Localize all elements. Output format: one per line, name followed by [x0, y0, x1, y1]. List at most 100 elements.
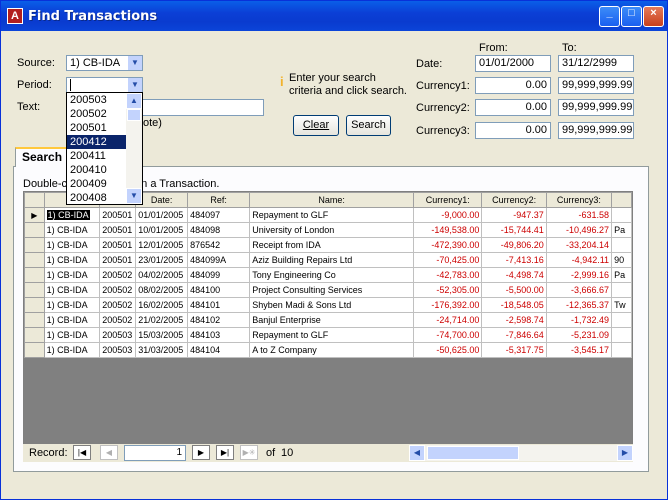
row-selector[interactable]: [24, 222, 45, 238]
table-cell[interactable]: 484099A: [187, 252, 251, 268]
column-header[interactable]: [611, 192, 632, 208]
period-combo[interactable]: ▼: [66, 77, 143, 93]
scroll-thumb[interactable]: [127, 109, 141, 121]
table-cell[interactable]: 200502: [99, 297, 137, 313]
column-header[interactable]: Name:: [249, 192, 415, 208]
table-cell[interactable]: 484102: [187, 312, 251, 328]
source-combo[interactable]: 1) CB-IDA ▼: [66, 55, 143, 71]
table-cell[interactable]: [611, 342, 632, 358]
period-option[interactable]: 200502: [67, 107, 127, 121]
new-record-icon[interactable]: ▶✳: [240, 445, 258, 460]
column-header[interactable]: Currency1:: [413, 192, 483, 208]
table-cell[interactable]: Receipt from IDA: [249, 237, 415, 253]
table-cell[interactable]: 200501: [99, 207, 137, 223]
table-cell[interactable]: Shyben Madi & Sons Ltd: [249, 297, 415, 313]
table-cell[interactable]: 04/02/2005: [135, 267, 189, 283]
period-dropdown-list[interactable]: 200503 200502 200501 200412 200411 200410 2004…: [66, 92, 143, 205]
table-cell[interactable]: 1) CB-IDA: [43, 297, 101, 313]
period-option[interactable]: 200411: [67, 149, 127, 163]
table-cell[interactable]: [611, 327, 632, 343]
first-record-icon[interactable]: |◀: [73, 445, 91, 460]
horizontal-scrollbar[interactable]: ◀ ▶: [409, 445, 633, 461]
table-row[interactable]: 1) CB-IDA 200501 12/01/2005 876542 Receipt f…: [24, 237, 632, 253]
table-cell[interactable]: 1) CB-IDA: [43, 237, 101, 253]
table-cell[interactable]: 1) CB-IDA: [43, 282, 101, 298]
table-cell[interactable]: 1) CB-IDA: [43, 222, 101, 238]
table-cell[interactable]: -42,783.00: [413, 267, 483, 283]
table-cell[interactable]: -1,732.49: [545, 312, 613, 328]
table-cell[interactable]: 16/02/2005: [135, 297, 189, 313]
chevron-down-icon[interactable]: ▼: [127, 56, 142, 70]
table-cell[interactable]: 200502: [99, 282, 137, 298]
scroll-up-icon[interactable]: ▲: [126, 93, 142, 109]
table-cell[interactable]: [611, 237, 632, 253]
currency1-from-field[interactable]: 0.00: [475, 77, 551, 94]
table-cell[interactable]: Aziz Building Repairs Ltd: [249, 252, 415, 268]
table-row[interactable]: 1) CB-IDA 200503 15/03/2005 484103 Repayment…: [24, 327, 632, 343]
row-selector[interactable]: [24, 267, 45, 283]
table-cell[interactable]: 484103: [187, 327, 251, 343]
row-selector[interactable]: [24, 282, 45, 298]
table-cell[interactable]: 876542: [187, 237, 251, 253]
table-cell[interactable]: -2,598.74: [481, 312, 547, 328]
table-row[interactable]: 1) CB-IDA 200502 04/02/2005 484099 Tony Engi…: [24, 267, 632, 283]
table-cell[interactable]: 90: [611, 252, 632, 268]
table-cell[interactable]: -7,846.64: [481, 327, 547, 343]
table-cell[interactable]: 1) CB-IDA: [43, 207, 101, 223]
table-cell[interactable]: -3,666.67: [545, 282, 613, 298]
table-cell[interactable]: 200503: [99, 327, 137, 343]
text-input[interactable]: [141, 99, 264, 116]
date-from-field[interactable]: 01/01/2000: [475, 55, 551, 72]
currency2-from-field[interactable]: 0.00: [475, 99, 551, 116]
tab-search[interactable]: Search: [15, 147, 67, 167]
table-cell[interactable]: 08/02/2005: [135, 282, 189, 298]
table-cell[interactable]: -33,204.14: [545, 237, 613, 253]
table-cell[interactable]: -70,425.00: [413, 252, 483, 268]
scroll-down-icon[interactable]: ▼: [126, 188, 142, 204]
table-cell[interactable]: Banjul Enterprise: [249, 312, 415, 328]
table-cell[interactable]: -10,496.27: [545, 222, 613, 238]
period-option[interactable]: 200412: [67, 135, 127, 149]
table-cell[interactable]: -947.37: [481, 207, 547, 223]
table-cell[interactable]: 1) CB-IDA: [43, 312, 101, 328]
table-row[interactable]: ▶ 1) CB-IDA 200501 01/01/2005 484097 Repaymen…: [24, 207, 632, 223]
record-number-field[interactable]: 1: [124, 445, 186, 461]
row-selector[interactable]: [24, 237, 45, 253]
table-row[interactable]: 1) CB-IDA 200503 31/03/2005 484104 A to Z Co…: [24, 342, 632, 358]
scroll-thumb[interactable]: [427, 446, 519, 460]
table-cell[interactable]: Repayment to GLF: [249, 327, 415, 343]
column-header[interactable]: Currency2:: [481, 192, 547, 208]
chevron-down-icon[interactable]: ▼: [127, 78, 142, 92]
currency1-to-field[interactable]: 99,999,999.99: [558, 77, 634, 94]
table-cell[interactable]: -5,231.09: [545, 327, 613, 343]
table-cell[interactable]: -631.58: [545, 207, 613, 223]
date-to-field[interactable]: 31/12/2999: [558, 55, 634, 72]
period-option[interactable]: 200503: [67, 93, 127, 107]
table-cell[interactable]: -74,700.00: [413, 327, 483, 343]
table-cell[interactable]: -49,806.20: [481, 237, 547, 253]
column-header[interactable]: Date:: [135, 192, 189, 208]
table-row[interactable]: 1) CB-IDA 200501 10/01/2005 484098 Universit…: [24, 222, 632, 238]
period-option[interactable]: 200501: [67, 121, 127, 135]
table-cell[interactable]: -5,317.75: [481, 342, 547, 358]
row-selector[interactable]: [24, 252, 45, 268]
previous-record-icon[interactable]: ◀: [100, 445, 118, 460]
table-cell[interactable]: A to Z Company: [249, 342, 415, 358]
table-cell[interactable]: 01/01/2005: [135, 207, 189, 223]
table-cell[interactable]: 484098: [187, 222, 251, 238]
dropdown-scrollbar[interactable]: ▲ ▼: [126, 93, 142, 204]
period-option[interactable]: 200409: [67, 177, 127, 191]
table-row[interactable]: 1) CB-IDA 200502 08/02/2005 484100 Project C…: [24, 282, 632, 298]
table-cell[interactable]: 1) CB-IDA: [43, 342, 101, 358]
table-cell[interactable]: [611, 312, 632, 328]
transactions-grid[interactable]: So Date: Ref: Name: Currency1: Currency2…: [23, 191, 633, 446]
clear-button[interactable]: Clear: [293, 115, 339, 136]
table-cell[interactable]: 200501: [99, 237, 137, 253]
table-cell[interactable]: Pa: [611, 222, 632, 238]
period-option[interactable]: 200410: [67, 163, 127, 177]
table-cell[interactable]: -4,498.74: [481, 267, 547, 283]
table-cell[interactable]: -5,500.00: [481, 282, 547, 298]
column-header[interactable]: Ref:: [187, 192, 251, 208]
table-cell[interactable]: -149,538.00: [413, 222, 483, 238]
table-cell[interactable]: 200502: [99, 312, 137, 328]
